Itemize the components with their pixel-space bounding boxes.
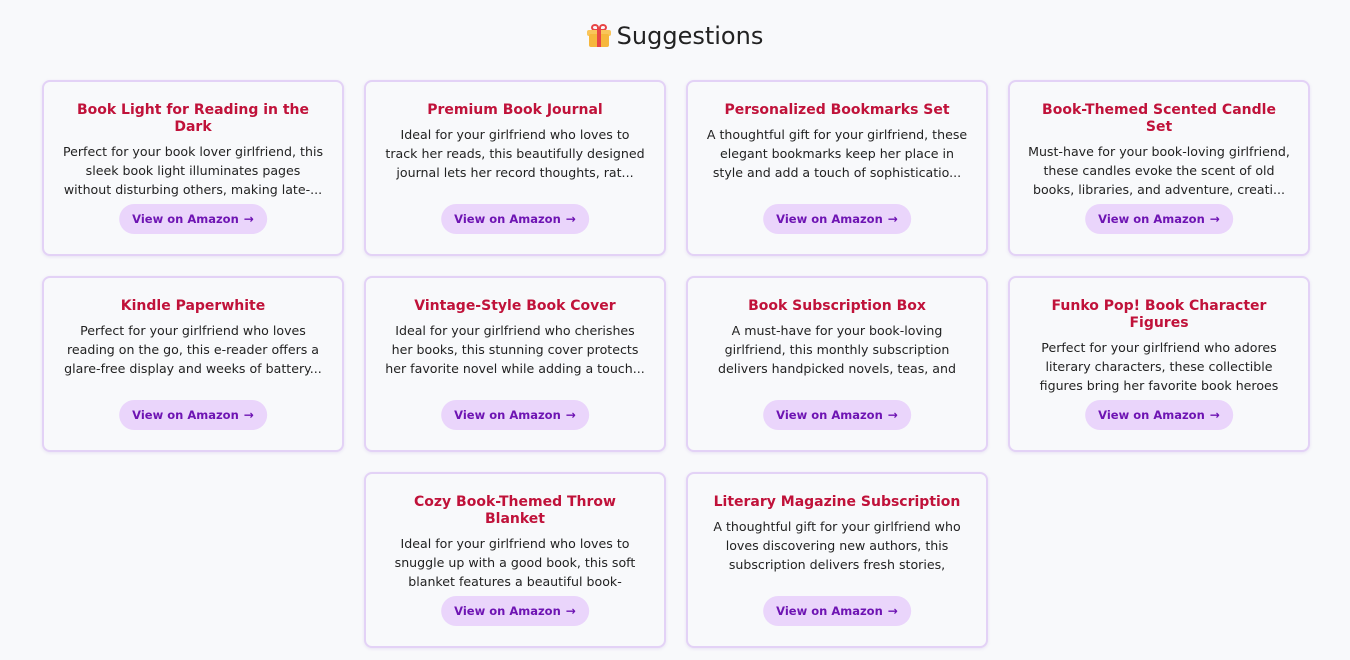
view-on-amazon-button[interactable]: View on Amazon →: [1085, 204, 1233, 234]
button-label: View on Amazon: [1098, 408, 1205, 422]
card-title: Book-Themed Scented Candle Set: [1042, 102, 1276, 135]
button-label: View on Amazon: [132, 408, 239, 422]
card-description: Perfect for your girlfriend who adores l…: [1039, 340, 1279, 393]
suggestions-grid: Book Light for Reading in the Dark Perfe…: [41, 80, 1311, 648]
suggestion-card: Kindle Paperwhite Perfect for your girlf…: [42, 276, 344, 452]
card-title: Funko Pop! Book Character Figures: [1051, 298, 1267, 331]
suggestion-card: Book-Themed Scented Candle Set Must-have…: [1008, 80, 1310, 256]
button-label: View on Amazon: [776, 212, 883, 226]
button-label: View on Amazon: [1098, 212, 1205, 226]
suggestion-card: Personalized Bookmarks Set A thoughtful …: [686, 80, 988, 256]
card-title: Vintage-Style Book Cover: [414, 298, 616, 314]
arrow-right-icon: →: [565, 408, 576, 422]
card-title: Kindle Paperwhite: [120, 298, 266, 314]
arrow-right-icon: →: [565, 212, 576, 226]
suggestion-card: Book Subscription Box A must-have for yo…: [686, 276, 988, 452]
button-label: View on Amazon: [776, 408, 883, 422]
arrow-right-icon: →: [243, 408, 254, 422]
button-label: View on Amazon: [454, 408, 561, 422]
button-label: View on Amazon: [776, 604, 883, 618]
view-on-amazon-button[interactable]: View on Amazon →: [763, 400, 911, 430]
card-description: A thoughtful gift for your girlfriend, t…: [706, 127, 968, 180]
view-on-amazon-button[interactable]: View on Amazon →: [441, 400, 589, 430]
card-description: Ideal for your girlfriend who loves to t…: [385, 127, 645, 180]
page: Suggestions Book Light for Reading in th…: [0, 0, 1350, 660]
button-label: View on Amazon: [454, 604, 561, 618]
arrow-right-icon: →: [887, 604, 898, 618]
page-heading: Suggestions: [0, 22, 1350, 50]
card-title: Premium Book Journal: [427, 102, 603, 118]
view-on-amazon-button[interactable]: View on Amazon →: [119, 400, 267, 430]
card-title: Literary Magazine Subscription: [713, 494, 961, 510]
card-description: A must-have for your book-loving girlfri…: [718, 323, 956, 376]
view-on-amazon-button[interactable]: View on Amazon →: [763, 204, 911, 234]
card-description: Ideal for your girlfriend who loves to s…: [394, 536, 636, 589]
suggestion-card: Book Light for Reading in the Dark Perfe…: [42, 80, 344, 256]
view-on-amazon-button[interactable]: View on Amazon →: [763, 596, 911, 626]
view-on-amazon-button[interactable]: View on Amazon →: [119, 204, 267, 234]
view-on-amazon-button[interactable]: View on Amazon →: [1085, 400, 1233, 430]
button-label: View on Amazon: [454, 212, 561, 226]
card-description: Must-have for your book-loving girlfrien…: [1028, 144, 1290, 197]
suggestion-card: Premium Book Journal Ideal for your girl…: [364, 80, 666, 256]
card-title: Personalized Bookmarks Set: [724, 102, 950, 118]
page-title: Suggestions: [616, 22, 764, 50]
button-label: View on Amazon: [132, 212, 239, 226]
card-title: Book Subscription Box: [748, 298, 926, 314]
arrow-right-icon: →: [887, 408, 898, 422]
suggestion-card: Cozy Book-Themed Throw Blanket Ideal for…: [364, 472, 666, 648]
arrow-right-icon: →: [887, 212, 898, 226]
suggestion-card: Literary Magazine Subscription A thought…: [686, 472, 988, 648]
suggestion-card: Funko Pop! Book Character Figures Perfec…: [1008, 276, 1310, 452]
arrow-right-icon: →: [1209, 408, 1220, 422]
suggestion-card: Vintage-Style Book Cover Ideal for your …: [364, 276, 666, 452]
card-description: Perfect for your book lover girlfriend, …: [62, 144, 324, 197]
arrow-right-icon: →: [243, 212, 254, 226]
card-description: A thoughtful gift for your girlfriend wh…: [713, 519, 961, 572]
card-description: Perfect for your girlfriend who loves re…: [64, 323, 322, 376]
arrow-right-icon: →: [565, 604, 576, 618]
card-title: Book Light for Reading in the Dark: [76, 102, 310, 135]
card-title: Cozy Book-Themed Throw Blanket: [414, 494, 616, 527]
view-on-amazon-button[interactable]: View on Amazon →: [441, 204, 589, 234]
card-description: Ideal for your girlfriend who cherishes …: [385, 323, 645, 376]
gift-icon: [586, 24, 611, 48]
view-on-amazon-button[interactable]: View on Amazon →: [441, 596, 589, 626]
arrow-right-icon: →: [1209, 212, 1220, 226]
